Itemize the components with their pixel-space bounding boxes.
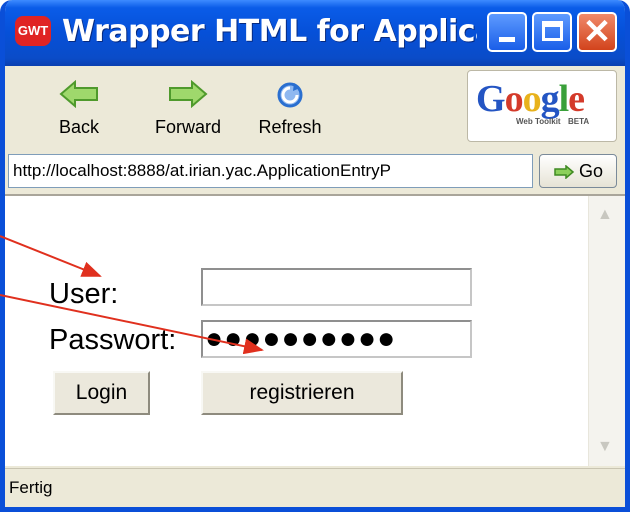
gwt-app-icon: GWT — [15, 16, 51, 46]
scroll-down-icon[interactable]: ▼ — [597, 438, 613, 456]
go-label: Go — [578, 161, 603, 181]
back-button[interactable]: Back — [49, 72, 109, 138]
user-label: User: — [49, 278, 119, 310]
address-bar: http://localhost:8888/at.irian.yac.Appli… — [5, 148, 625, 196]
maximize-button[interactable] — [532, 12, 572, 52]
google-logo-text: Google — [476, 78, 585, 120]
title-bar[interactable]: GWT Wrapper HTML for ApplicationE... ✕ — [5, 0, 625, 66]
google-web-toolkit-logo: Google Web Toolkit BETA — [467, 70, 617, 142]
status-bar: Fertig — [5, 468, 625, 507]
browser-window: GWT Wrapper HTML for ApplicationE... ✕ B… — [0, 0, 630, 512]
user-input[interactable] — [201, 268, 472, 306]
go-button[interactable]: Go — [539, 154, 617, 188]
logo-subtitle: Web Toolkit — [516, 117, 561, 126]
forward-label: Forward — [154, 117, 221, 137]
back-arrow-icon — [59, 80, 98, 108]
forward-arrow-icon — [169, 80, 208, 108]
url-input[interactable]: http://localhost:8888/at.irian.yac.Appli… — [8, 154, 533, 188]
close-icon: ✕ — [582, 13, 612, 51]
refresh-button[interactable]: Refresh — [249, 72, 331, 138]
scroll-up-icon[interactable]: ▲ — [597, 206, 613, 224]
page-content: User: Passwort: ●●●●●●●●●● Login registr… — [5, 196, 588, 466]
navigation-toolbar: Back Forward Refresh Google Web Toolkit … — [5, 66, 625, 149]
password-label: Passwort: — [49, 324, 177, 356]
go-arrow-icon — [554, 165, 575, 180]
refresh-icon — [277, 82, 303, 108]
vertical-scrollbar[interactable]: ▲ ▼ — [588, 196, 625, 466]
password-input[interactable]: ●●●●●●●●●● — [201, 320, 472, 358]
back-label: Back — [58, 117, 100, 137]
register-button[interactable]: registrieren — [201, 371, 403, 415]
forward-button[interactable]: Forward — [143, 72, 233, 138]
minimize-icon — [499, 37, 515, 42]
close-button[interactable]: ✕ — [577, 12, 617, 52]
maximize-icon — [542, 21, 563, 41]
minimize-button[interactable] — [487, 12, 527, 52]
refresh-label: Refresh — [258, 117, 322, 137]
logo-beta-badge: BETA — [568, 117, 590, 126]
login-button[interactable]: Login — [53, 371, 150, 415]
window-title: Wrapper HTML for ApplicationE... — [62, 14, 477, 49]
